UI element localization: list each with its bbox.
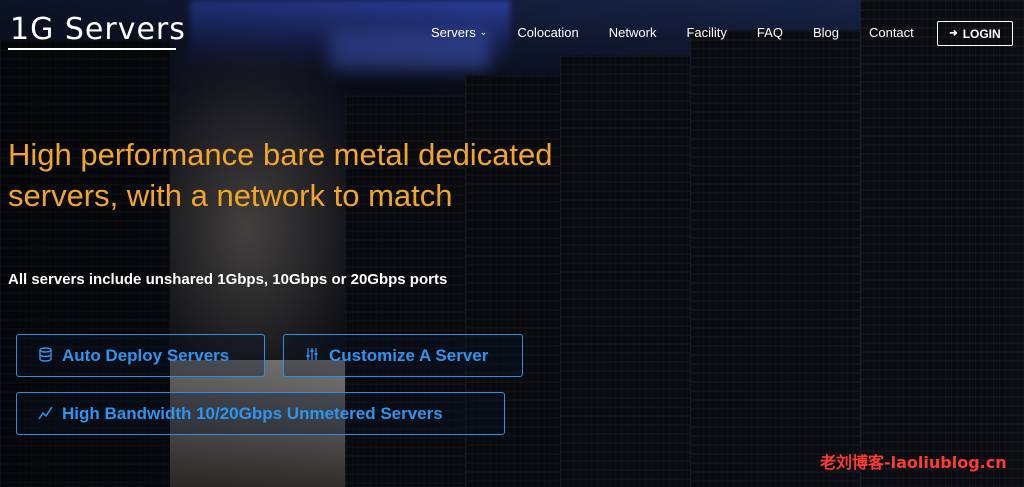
main-nav: Servers ⌄ Colocation Network Facility FA…	[431, 25, 944, 40]
login-button[interactable]: ➜ LOGIN	[937, 21, 1013, 46]
watermark: 老刘博客-laoliublog.cn	[820, 453, 1007, 472]
nav-item-colocation[interactable]: Colocation	[517, 25, 578, 40]
auto-deploy-servers-button[interactable]: Auto Deploy Servers	[16, 334, 265, 377]
sliders-icon	[304, 347, 320, 364]
sign-in-icon: ➜	[949, 28, 958, 39]
site-logo[interactable]: 1G Servers	[10, 12, 186, 47]
hero-headline: High performance bare metal dedicated se…	[8, 137, 553, 213]
line-chart-icon	[37, 405, 53, 423]
login-label: LOGIN	[962, 26, 1001, 41]
logo-underline	[8, 48, 176, 50]
button-label: High Bandwidth 10/20Gbps Unmetered Serve…	[62, 403, 443, 423]
hero-subhead: All servers include unshared 1Gbps, 10Gb…	[8, 271, 448, 288]
nav-item-network[interactable]: Network	[609, 25, 657, 40]
high-bandwidth-servers-button[interactable]: High Bandwidth 10/20Gbps Unmetered Serve…	[16, 392, 505, 435]
customize-server-button[interactable]: Customize A Server	[283, 334, 523, 377]
nav-item-blog[interactable]: Blog	[813, 25, 839, 40]
nav-item-label: Servers	[431, 25, 476, 40]
chevron-down-icon: ⌄	[479, 27, 488, 37]
nav-item-faq[interactable]: FAQ	[757, 25, 783, 40]
database-icon	[37, 346, 53, 365]
button-label: Customize A Server	[329, 345, 489, 365]
nav-item-servers[interactable]: Servers ⌄	[431, 25, 487, 40]
nav-item-facility[interactable]: Facility	[686, 25, 726, 40]
button-label: Auto Deploy Servers	[62, 345, 230, 365]
nav-item-contact[interactable]: Contact	[869, 25, 914, 40]
